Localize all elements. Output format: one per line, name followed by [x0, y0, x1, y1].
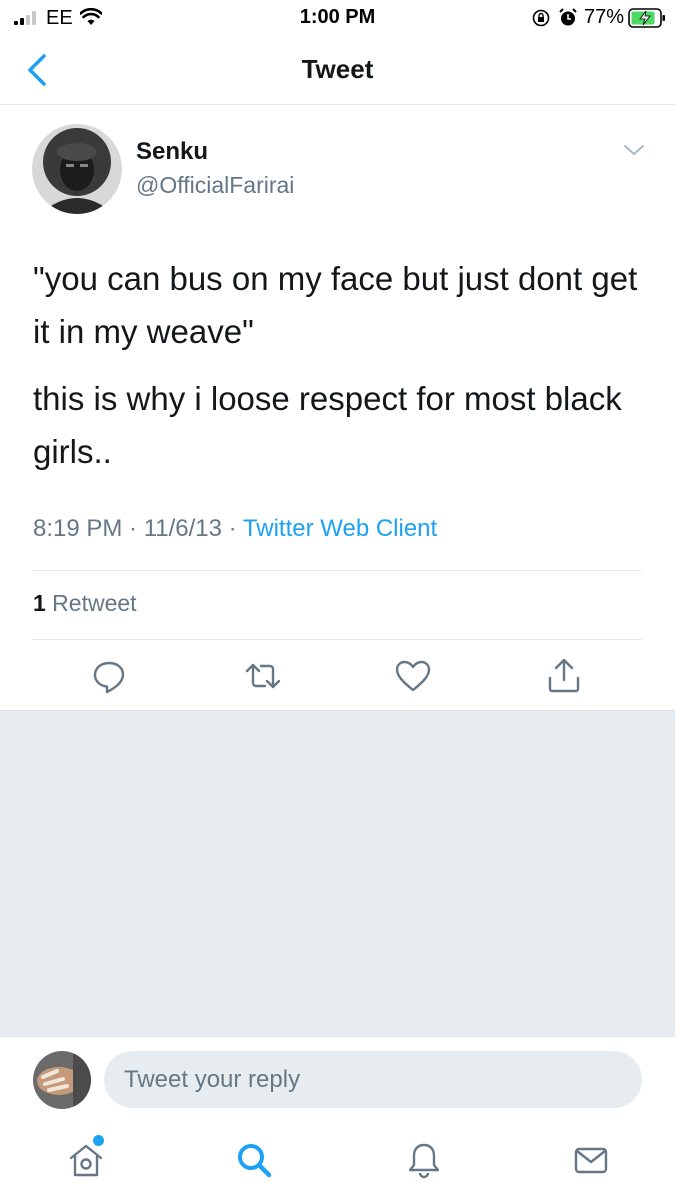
- notifications-icon[interactable]: [404, 1140, 444, 1180]
- reply-bar: [0, 1036, 675, 1123]
- status-bar: EE 1:00 PM 77%: [0, 0, 675, 36]
- reply-input[interactable]: [104, 1051, 642, 1108]
- retweet-count: 1: [33, 590, 46, 616]
- tweet-metadata: 8:19 PM · 11/6/13 · Twitter Web Client: [33, 515, 437, 543]
- author-name[interactable]: Senku: [136, 138, 208, 166]
- messages-icon[interactable]: [571, 1140, 611, 1180]
- home-notification-dot: [93, 1135, 104, 1146]
- user-avatar[interactable]: [33, 1051, 91, 1109]
- page-title: Tweet: [301, 54, 374, 84]
- chevron-down-icon[interactable]: [622, 142, 646, 158]
- retweet-stats[interactable]: 1 Retweet: [33, 590, 137, 617]
- tweet-paragraph: "you can bus on my face but just dont ge…: [33, 260, 638, 350]
- divider: [33, 570, 642, 571]
- tweet-timestamp: 8:19 PM · 11/6/13 ·: [33, 515, 243, 542]
- client-link[interactable]: Twitter Web Client: [243, 515, 437, 542]
- rotation-lock-icon: [532, 9, 550, 27]
- author-avatar-image: [32, 124, 122, 214]
- user-avatar-image: [33, 1051, 91, 1109]
- tab-bar: [0, 1122, 675, 1200]
- retweet-icon[interactable]: [243, 656, 283, 696]
- author-handle[interactable]: @OfficialFarirai: [136, 172, 294, 199]
- tweet-paragraph: this is why i loose respect for most bla…: [33, 380, 622, 470]
- author-avatar[interactable]: [32, 124, 122, 214]
- divider: [33, 639, 642, 640]
- home-icon[interactable]: [66, 1140, 106, 1180]
- reply-icon[interactable]: [89, 656, 129, 696]
- navigation-bar: Tweet: [0, 36, 675, 105]
- battery-percent: 77%: [584, 6, 625, 28]
- search-icon[interactable]: [234, 1140, 274, 1180]
- share-icon[interactable]: [544, 656, 584, 696]
- alarm-icon: [559, 8, 577, 26]
- empty-replies-area: [0, 710, 675, 1037]
- tweet-text: "you can bus on my face but just dont ge…: [33, 252, 643, 492]
- like-icon[interactable]: [393, 656, 433, 696]
- retweet-label: Retweet: [45, 590, 137, 616]
- battery-charging-icon: [628, 8, 665, 28]
